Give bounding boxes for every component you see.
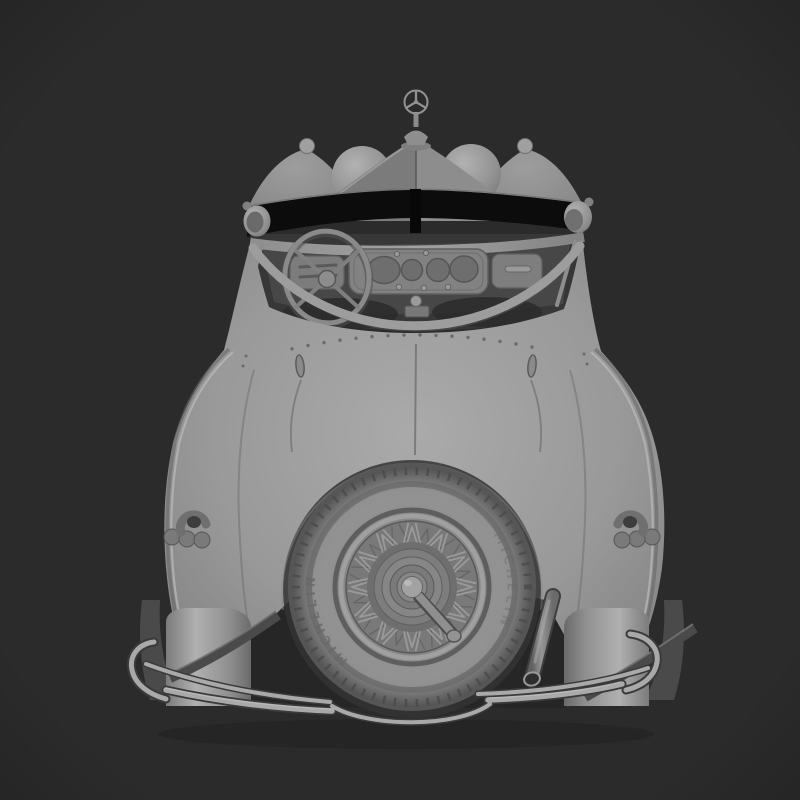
vignette-overlay — [0, 0, 800, 800]
viewport-render: MICHELIN MICHELIN — [0, 0, 800, 800]
